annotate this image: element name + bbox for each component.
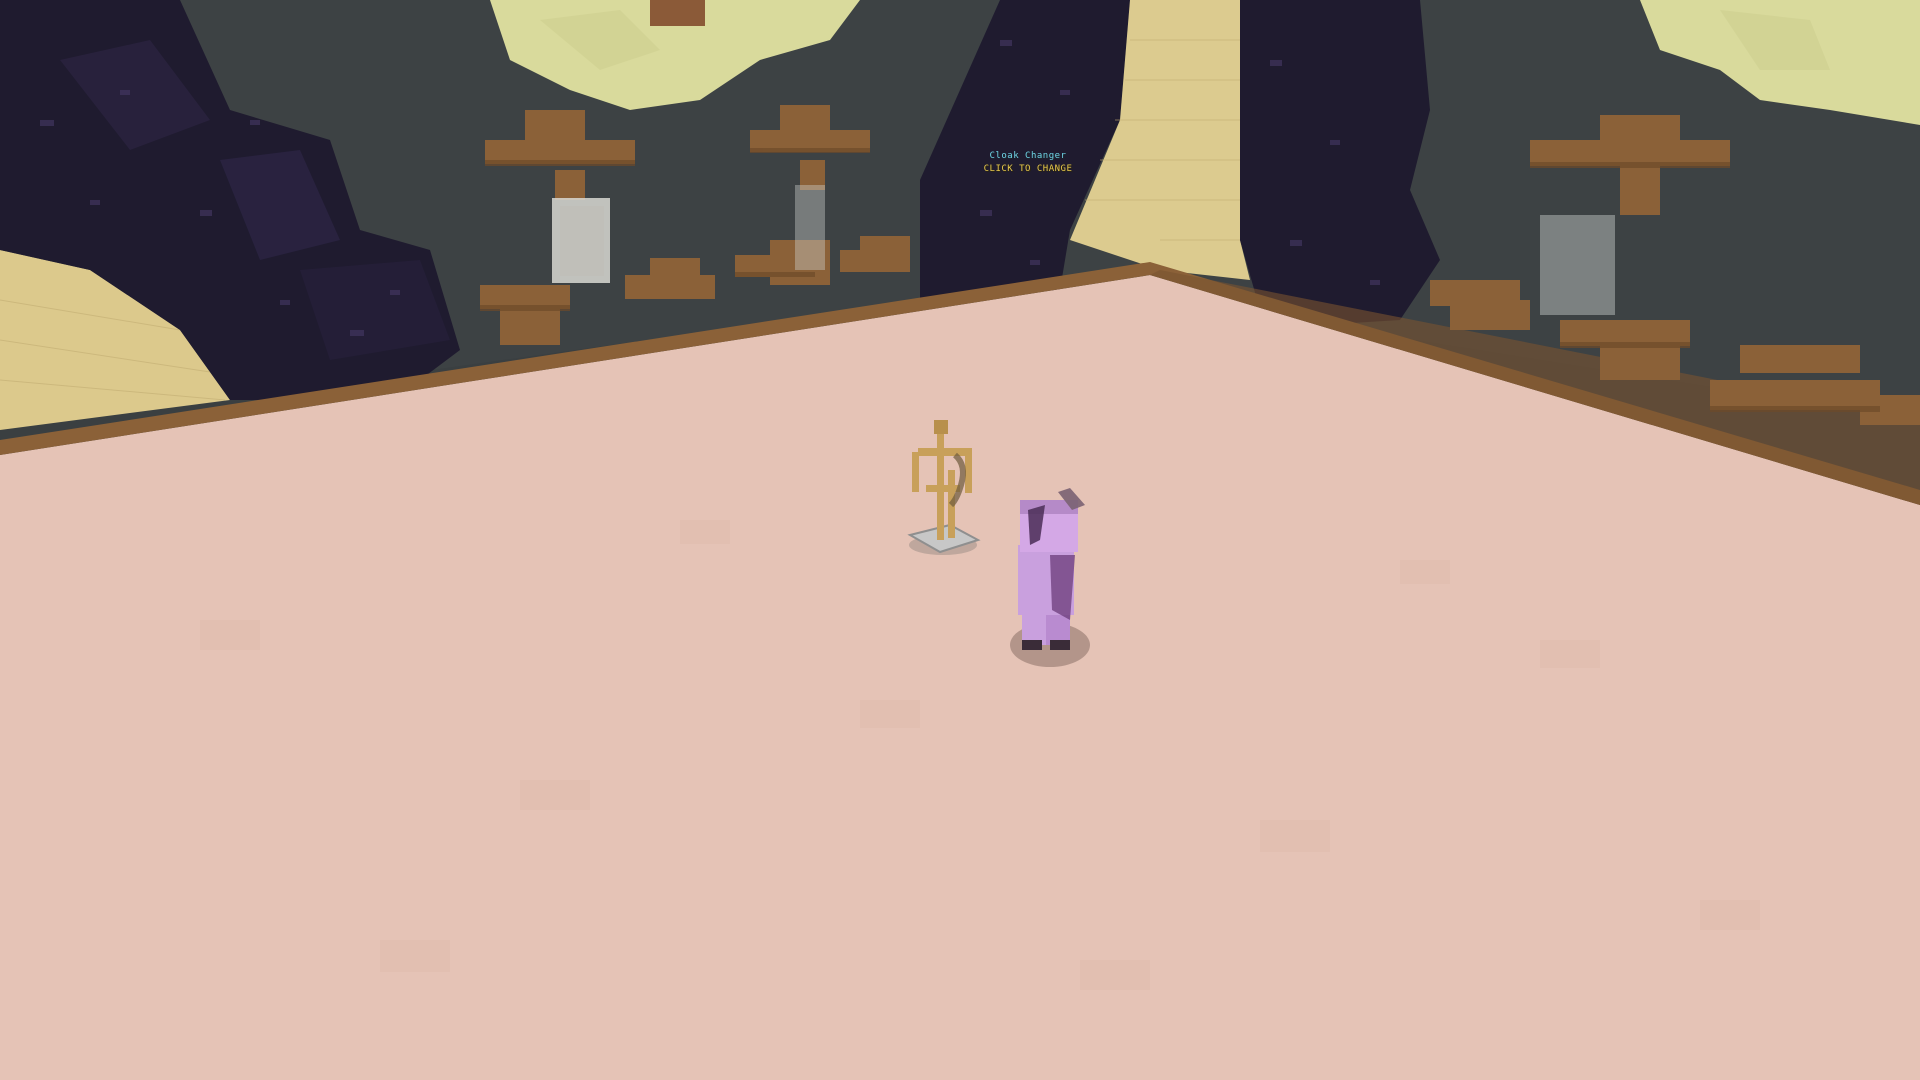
game-scene[interactable] xyxy=(0,0,1920,1080)
obsidian-cluster-right xyxy=(1240,0,1440,325)
